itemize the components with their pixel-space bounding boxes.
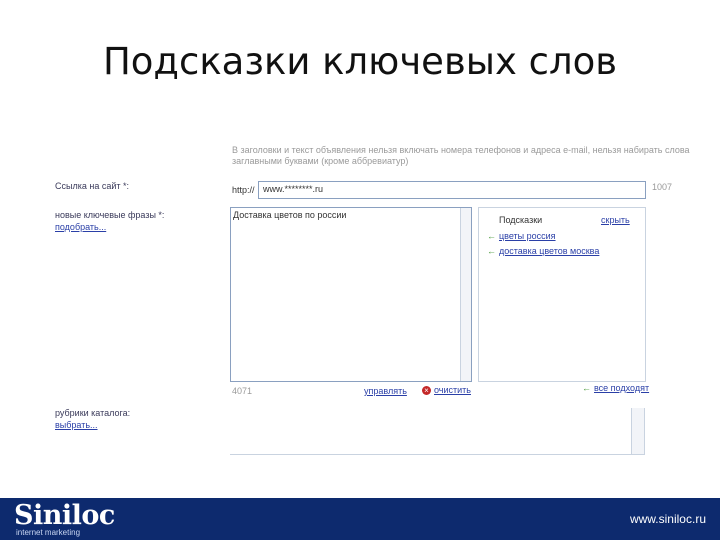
hints-hide-link[interactable]: скрыть — [601, 215, 630, 225]
url-prefix: http:// — [232, 185, 255, 195]
clear-link-label[interactable]: очистить — [434, 385, 471, 395]
hints-title: Подсказки — [499, 215, 543, 225]
url-input[interactable]: www.********.ru — [258, 181, 646, 199]
keywords-pick-link[interactable]: подобрать... — [55, 222, 106, 233]
textarea-scrollbar[interactable] — [460, 208, 471, 381]
siniloc-logo: Siniloc — [14, 500, 115, 531]
hint-item[interactable]: ← цветы россия — [487, 231, 556, 241]
clear-button[interactable]: × очистить — [422, 385, 471, 396]
rubrics-pick-link[interactable]: выбрать... — [55, 420, 98, 431]
rubrics-label: рубрики каталога: — [55, 408, 131, 418]
keywords-label: новые ключевые фразы *: — [55, 210, 165, 220]
hint-item-label[interactable]: цветы россия — [499, 231, 556, 241]
hint-item[interactable]: ← доставка цветов москва — [487, 246, 599, 256]
add-all-button[interactable]: ← все подходят — [582, 383, 649, 394]
url-value: www.********.ru — [263, 184, 324, 194]
left-arrow-icon: ← — [487, 231, 496, 241]
rubrics-box[interactable] — [230, 408, 645, 455]
footer-bar: Siniloc internet marketing www.siniloc.r… — [0, 498, 720, 540]
screenshot-area: В заголовки и текст объявления нельзя вк… — [0, 0, 720, 540]
char-count-top: 1007 — [652, 182, 673, 192]
logo-subtitle: internet marketing — [16, 528, 81, 537]
char-count-bottom: 4071 — [232, 386, 253, 396]
add-all-link[interactable]: все подходят — [594, 383, 649, 393]
hints-panel: Подсказки скрыть ← цветы россия ← доставка… — [478, 207, 646, 382]
link-label: Ссылка на сайт *: — [55, 181, 129, 191]
left-arrow-icon: ← — [487, 246, 496, 256]
rubrics-scrollbar[interactable] — [631, 408, 644, 454]
keywords-textarea[interactable]: Доставка цветов по россии — [230, 207, 472, 382]
form-hint-line1: В заголовки и текст объявления нельзя вк… — [232, 145, 690, 155]
keywords-value: Доставка цветов по россии — [233, 210, 347, 220]
site-url: www.siniloc.ru — [629, 512, 706, 526]
close-icon: × — [422, 386, 431, 396]
form-hint-line2: заглавными буквами (кроме аббревиатур) — [232, 156, 409, 166]
hint-item-label[interactable]: доставка цветов москва — [499, 246, 599, 256]
manage-link[interactable]: управлять — [364, 386, 407, 397]
left-arrow-icon: ← — [582, 383, 591, 393]
